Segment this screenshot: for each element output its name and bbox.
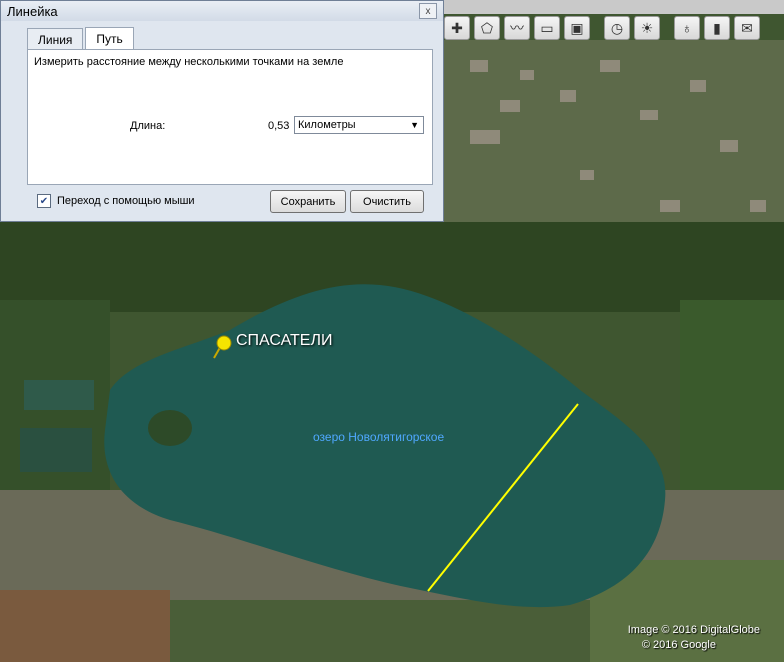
add-placemark-icon[interactable]: ✚	[444, 16, 470, 40]
google-credit: © 2016 Google	[641, 639, 716, 651]
toolbar: ✚ ⬠ 〰 ▭ ▣ ◷ ☀ ♁ ▮ ✉	[444, 14, 760, 42]
add-path-icon[interactable]: 〰	[504, 16, 530, 40]
length-label: Длина:	[130, 120, 166, 132]
description-text: Измерить расстояние между несколькими то…	[34, 56, 344, 68]
unit-dropdown[interactable]: Километры ▼	[294, 116, 424, 134]
placemark-label[interactable]: СПАСАТЕЛИ	[236, 332, 332, 350]
mouse-navigation-checkbox[interactable]: ✔	[37, 194, 51, 208]
lake-label: озеро Новолятигорское	[313, 430, 445, 444]
imagery-credit: Image © 2016 DigitalGlobe	[627, 624, 760, 636]
planets-icon[interactable]: ♁	[674, 16, 700, 40]
length-value: 0,53	[268, 120, 290, 132]
close-icon[interactable]: x	[419, 3, 437, 19]
clear-button[interactable]: Очистить	[350, 190, 424, 213]
tab-path[interactable]: Путь	[85, 27, 134, 51]
chevron-down-icon: ▼	[410, 120, 419, 130]
dialog-titlebar[interactable]: Линейка x	[1, 1, 443, 21]
ruler-icon[interactable]: ▮	[704, 16, 730, 40]
dialog-title: Линейка	[7, 3, 58, 19]
mouse-navigation-label: Переход с помощью мыши	[57, 195, 195, 207]
menu-strip	[444, 0, 784, 14]
save-button[interactable]: Сохранить	[270, 190, 346, 213]
lake-island	[148, 410, 192, 446]
email-icon[interactable]: ✉	[734, 16, 760, 40]
add-polygon-icon[interactable]: ⬠	[474, 16, 500, 40]
mouse-navigation-row[interactable]: ✔ Переход с помощью мыши	[37, 194, 195, 208]
record-tour-icon[interactable]: ▣	[564, 16, 590, 40]
tab-panel: Измерить расстояние между несколькими то…	[27, 49, 433, 185]
unit-selected: Километры	[298, 119, 356, 131]
sunlight-icon[interactable]: ☀	[634, 16, 660, 40]
historical-imagery-icon[interactable]: ◷	[604, 16, 630, 40]
add-overlay-icon[interactable]: ▭	[534, 16, 560, 40]
ruler-dialog: Линейка x Линия Путь Измерить расстояние…	[0, 0, 444, 222]
